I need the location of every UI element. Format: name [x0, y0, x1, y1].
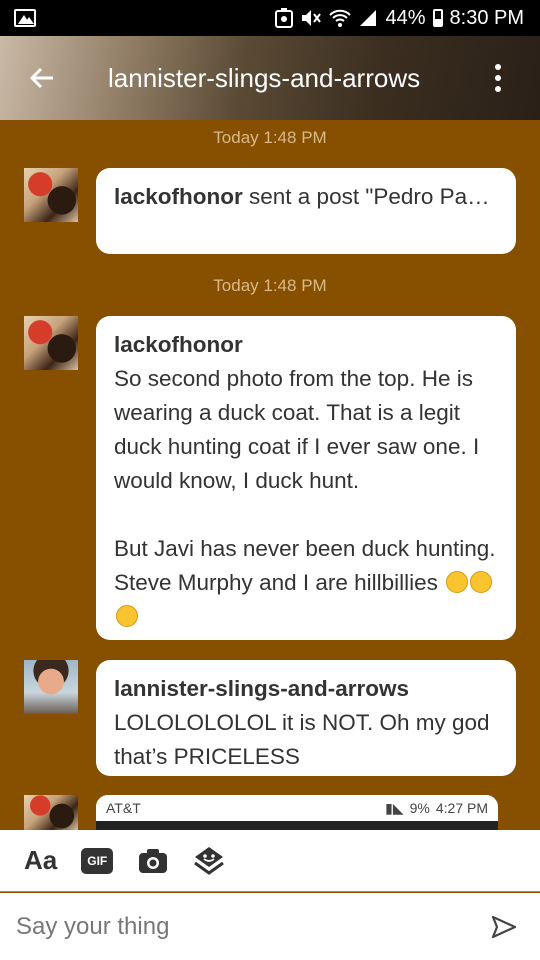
- sticker-button[interactable]: [193, 844, 225, 878]
- sender-name[interactable]: lackofhonor: [114, 328, 498, 362]
- composer-toolbar: Aa GIF: [0, 830, 540, 892]
- screenshot-carrier: AT&T: [106, 800, 141, 816]
- timestamp: Today 1:48 PM: [213, 276, 327, 295]
- message-bubble[interactable]: lackofhonor sent a post "Pedro Pascal fo…: [96, 168, 516, 254]
- camera-icon: [139, 848, 168, 873]
- image-notification-icon: [14, 9, 36, 27]
- avatar[interactable]: [24, 795, 78, 830]
- message-input[interactable]: Say your thing: [16, 913, 484, 941]
- camera-button[interactable]: [137, 844, 169, 878]
- signal-icon: [358, 8, 378, 28]
- shared-screenshot[interactable]: AT&T ▮◣ 9% 4:27 PM: [96, 795, 498, 835]
- text-style-button[interactable]: Aa: [24, 844, 57, 878]
- crying-emoji-icon: [446, 571, 469, 593]
- send-icon: [491, 915, 517, 938]
- more-vert-icon[interactable]: [456, 36, 540, 120]
- send-button[interactable]: [484, 907, 524, 947]
- gif-button[interactable]: GIF: [81, 844, 114, 878]
- back-button[interactable]: [0, 36, 84, 120]
- sender-name[interactable]: lackofhonor: [114, 184, 243, 209]
- message-composer: Say your thing: [0, 893, 540, 960]
- tears-of-joy-emoji-icon: [470, 571, 493, 593]
- wifi-icon: [329, 8, 352, 28]
- rolling-laughing-emoji-icon: [116, 605, 138, 627]
- avatar[interactable]: [24, 660, 78, 714]
- avatar[interactable]: [24, 316, 78, 370]
- message-bubble[interactable]: lannister-slings-and-arrows LOLOLOLOLOL …: [96, 660, 516, 776]
- screenshot-battery: 9%: [409, 800, 430, 816]
- mute-icon: [300, 8, 322, 28]
- battery-percent: 44%: [385, 6, 426, 29]
- data-saver-icon: [275, 8, 294, 28]
- message-text: So second photo from the top. He is wear…: [114, 366, 480, 493]
- clock: 8:30 PM: [449, 6, 524, 29]
- message-text: But Javi has never been duck hunting. St…: [114, 536, 496, 595]
- conversation-title: lannister-slings-and-arrows: [108, 62, 421, 93]
- sender-name[interactable]: lannister-slings-and-arrows: [114, 672, 498, 706]
- screenshot-signal-icon: ▮◣: [385, 799, 404, 816]
- sticker-icon: [194, 846, 225, 875]
- gif-icon: GIF: [81, 847, 114, 874]
- arrow-left-icon: [29, 67, 53, 89]
- message-text: LOLOLOLOLOL it is NOT. Oh my god that’s …: [114, 710, 490, 769]
- conversation-header: lannister-slings-and-arrows: [0, 36, 540, 120]
- avatar[interactable]: [24, 168, 78, 222]
- battery-icon: [432, 9, 443, 27]
- message-text: sent a post "Pedro Pascal for Esquire (2…: [249, 184, 498, 209]
- screenshot-time: 4:27 PM: [435, 800, 488, 816]
- timestamp: Today 1:48 PM: [213, 128, 327, 147]
- message-bubble[interactable]: lackofhonor So second photo from the top…: [96, 316, 516, 640]
- status-bar: 44% 8:30 PM: [0, 0, 540, 36]
